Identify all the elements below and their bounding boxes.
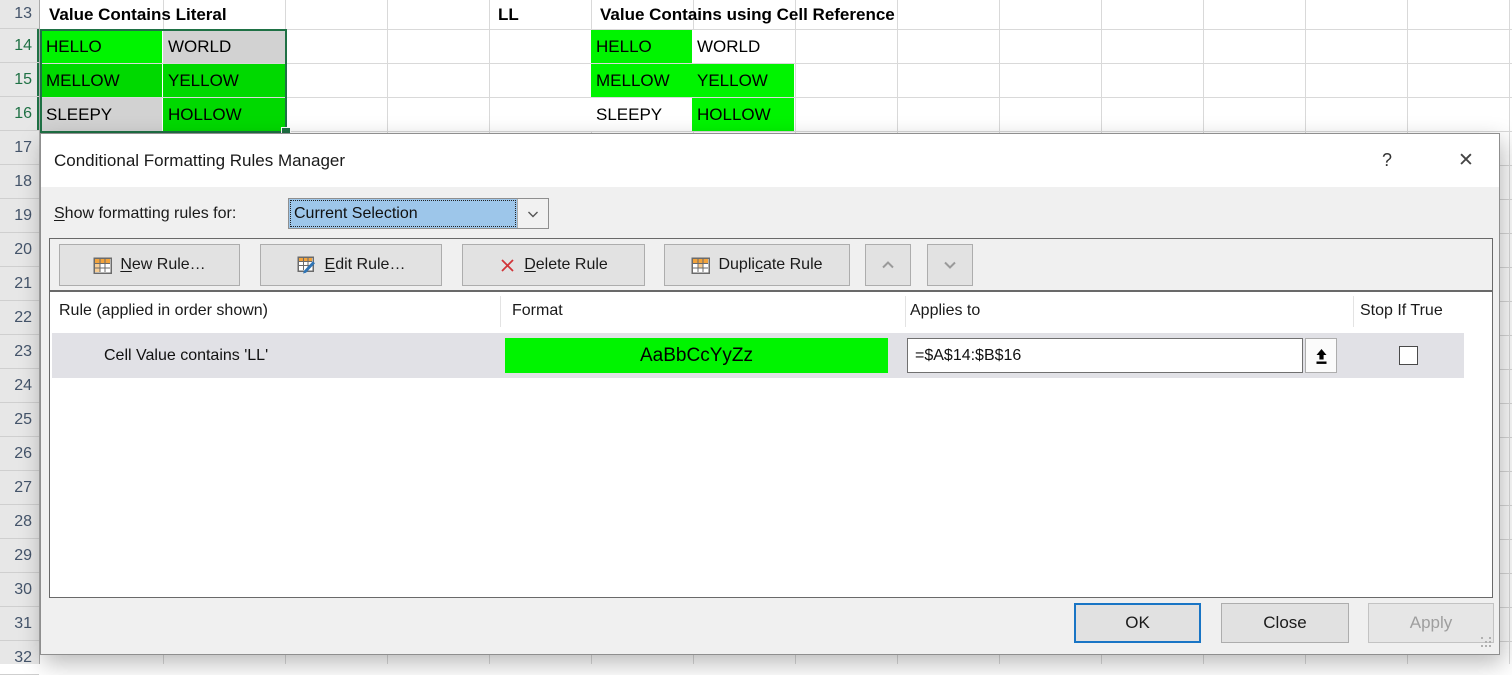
move-rule-up-button[interactable] [865, 244, 911, 286]
rules-toolbar: New Rule… Edit Rule… [49, 238, 1493, 291]
cell-f15[interactable]: MELLOW [591, 64, 692, 97]
duplicate-rule-button[interactable]: Duplicate Rule [664, 244, 850, 286]
row-header-20[interactable]: 20 [0, 233, 39, 267]
apply-button[interactable]: Apply [1368, 603, 1494, 643]
rules-list: Rule (applied in order shown) Format App… [49, 291, 1493, 598]
row-header-23[interactable]: 23 [0, 335, 39, 369]
column-header-rule: Rule (applied in order shown) [59, 292, 268, 330]
new-rule-button[interactable]: New Rule… [59, 244, 240, 286]
close-icon[interactable]: ✕ [1443, 134, 1489, 187]
cell-g14[interactable]: WORLD [692, 30, 794, 63]
row-header-15[interactable]: 15 [0, 63, 39, 97]
cell-b14[interactable]: WORLD [163, 30, 285, 63]
show-rules-dropdown[interactable]: Current Selection [288, 198, 549, 229]
rule-description: Cell Value contains 'LL' [104, 333, 268, 378]
column-divider [500, 296, 501, 327]
cell-g16[interactable]: HOLLOW [692, 98, 794, 131]
chevron-down-icon [525, 206, 541, 222]
cell-a16[interactable]: SLEEPY [41, 98, 162, 131]
resize-grip[interactable] [1481, 637, 1493, 649]
range-picker-button[interactable] [1305, 338, 1337, 373]
close-button[interactable]: Close [1221, 603, 1349, 643]
column-divider [1353, 296, 1354, 327]
column-divider [905, 296, 906, 327]
delete-x-icon [499, 257, 516, 274]
row-header-28[interactable]: 28 [0, 505, 39, 539]
applies-to-input[interactable] [907, 338, 1303, 373]
cell-e13[interactable]: LL [493, 0, 519, 29]
row-header-16[interactable]: 16 [0, 97, 39, 131]
new-rule-label: New Rule… [120, 256, 205, 274]
duplicate-rule-table-icon [691, 257, 710, 274]
cell-b16[interactable]: HOLLOW [163, 98, 285, 131]
help-icon[interactable]: ? [1369, 134, 1405, 187]
edit-rule-label: Edit Rule… [325, 256, 406, 274]
row-header-24[interactable]: 24 [0, 369, 39, 403]
show-rules-selected-value: Current Selection [289, 199, 517, 228]
row-header-column: 13 14 15 16 17 18 19 20 21 22 23 24 25 2… [0, 0, 40, 664]
row-header-18[interactable]: 18 [0, 165, 39, 199]
row-header-32[interactable]: 32 [0, 641, 39, 675]
dropdown-arrow-button[interactable] [517, 199, 548, 228]
row-header-17[interactable]: 17 [0, 131, 39, 165]
delete-rule-button[interactable]: Delete Rule [462, 244, 645, 286]
cell-a14[interactable]: HELLO [41, 30, 162, 63]
delete-rule-label: Delete Rule [524, 256, 608, 274]
new-rule-table-icon [93, 257, 112, 274]
row-header-25[interactable]: 25 [0, 403, 39, 437]
cell-g15[interactable]: YELLOW [692, 64, 794, 97]
cell-a15[interactable]: MELLOW [41, 64, 162, 97]
cell-f16[interactable]: SLEEPY [591, 98, 692, 131]
row-header-21[interactable]: 21 [0, 267, 39, 301]
show-rules-label: Show formatting rules for: [54, 198, 236, 229]
ok-button[interactable]: OK [1074, 603, 1201, 643]
row-header-26[interactable]: 26 [0, 437, 39, 471]
edit-rule-button[interactable]: Edit Rule… [260, 244, 442, 286]
collapse-dialog-arrow-icon [1314, 347, 1329, 365]
row-header-22[interactable]: 22 [0, 301, 39, 335]
format-preview: AaBbCcYyZz [505, 338, 888, 373]
dialog-title: Conditional Formatting Rules Manager [54, 134, 345, 187]
chevron-up-icon [879, 257, 897, 273]
cell-a13-header[interactable]: Value Contains Literal [44, 0, 227, 29]
row-header-19[interactable]: 19 [0, 199, 39, 233]
row-header-31[interactable]: 31 [0, 607, 39, 641]
move-rule-down-button[interactable] [927, 244, 973, 286]
edit-rule-pencil-icon [297, 256, 317, 274]
cell-f13-header[interactable]: Value Contains using Cell Reference [595, 0, 895, 29]
dialog-titlebar[interactable]: Conditional Formatting Rules Manager ? ✕ [41, 134, 1499, 187]
rule-row[interactable]: Cell Value contains 'LL' AaBbCcYyZz [52, 333, 1464, 378]
column-header-stop-if-true: Stop If True [1360, 292, 1443, 330]
row-header-27[interactable]: 27 [0, 471, 39, 505]
row-header-30[interactable]: 30 [0, 573, 39, 607]
row-header-14[interactable]: 14 [0, 29, 39, 63]
cell-b15[interactable]: YELLOW [163, 64, 285, 97]
chevron-down-icon [941, 257, 959, 273]
row-header-29[interactable]: 29 [0, 539, 39, 573]
stop-if-true-checkbox[interactable] [1399, 346, 1418, 365]
duplicate-rule-label: Duplicate Rule [718, 256, 822, 274]
row-header-13[interactable]: 13 [0, 0, 39, 29]
column-header-format: Format [512, 292, 563, 330]
column-header-applies-to: Applies to [910, 292, 980, 330]
cf-rules-manager-dialog: Conditional Formatting Rules Manager ? ✕… [40, 133, 1500, 655]
cell-f14[interactable]: HELLO [591, 30, 692, 63]
